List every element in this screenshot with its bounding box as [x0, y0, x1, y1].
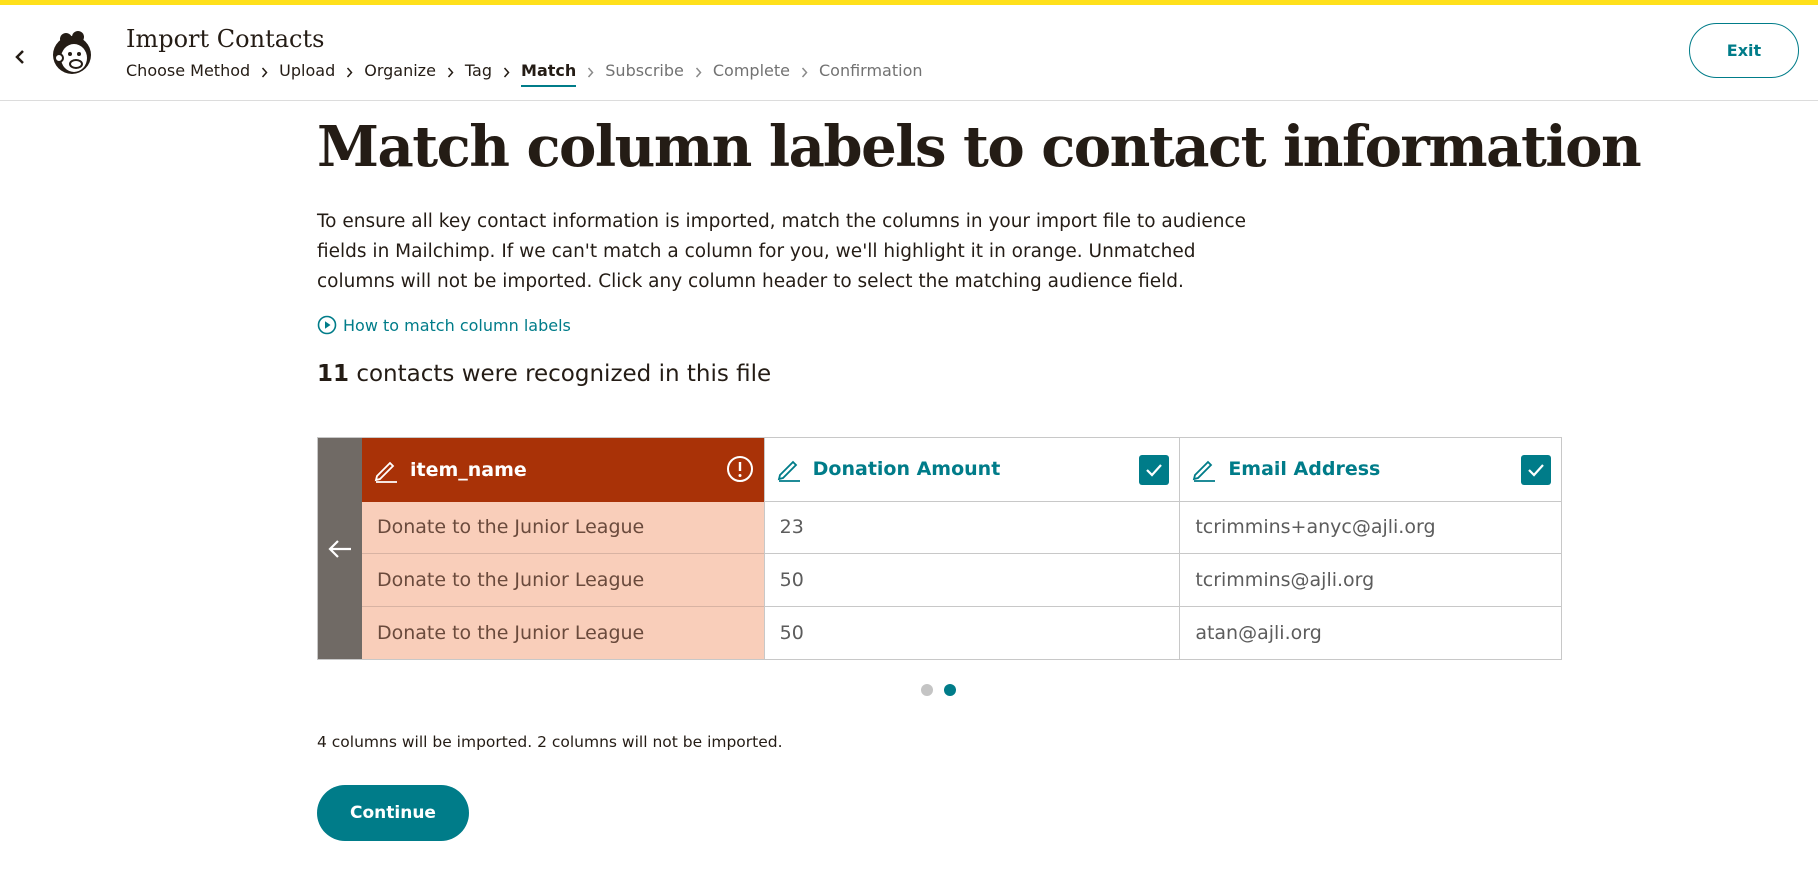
chevron-right-icon — [587, 67, 594, 82]
header: Import Contacts Choose Method Upload Organ… — [0, 5, 1818, 101]
page-title: Match column labels to contact informati… — [317, 114, 1642, 180]
column-header-donation-amount[interactable]: Donation Amount — [764, 438, 1180, 502]
breadcrumb-item-confirmation[interactable]: Confirmation — [819, 61, 923, 87]
play-circle-icon — [317, 315, 337, 335]
column-header-label: Email Address — [1228, 458, 1381, 481]
column-header-item-name[interactable]: item_name — [361, 438, 764, 502]
column-header-email-address[interactable]: Email Address — [1180, 438, 1561, 502]
breadcrumb-item-upload[interactable]: Upload — [279, 61, 335, 87]
recognized-count: 11 — [317, 361, 350, 387]
breadcrumb-item-subscribe[interactable]: Subscribe — [605, 61, 684, 87]
pagination-dot-2[interactable] — [944, 684, 956, 696]
table-cell: Donate to the Junior League — [361, 606, 764, 659]
table-cell: Donate to the Junior League — [361, 501, 764, 555]
breadcrumb-item-tag[interactable]: Tag — [465, 61, 492, 87]
back-button[interactable] — [8, 37, 32, 77]
breadcrumb-item-choose-method[interactable]: Choose Method — [126, 61, 250, 87]
pagination-dot-1[interactable] — [921, 684, 933, 696]
table-cell: atan@ajli.org — [1195, 621, 1322, 644]
table-column-item-name: item_name Donate to the Junior League Do… — [361, 438, 764, 659]
continue-button[interactable]: Continue — [317, 785, 469, 841]
breadcrumb-item-match[interactable]: Match — [521, 61, 577, 87]
pencil-icon — [775, 455, 803, 483]
back-chevron-icon — [15, 50, 24, 64]
arrow-left-icon — [328, 539, 351, 558]
main-content: Match column labels to contact informati… — [317, 101, 1642, 841]
table-cell: 50 — [764, 554, 1180, 607]
chevron-right-icon — [695, 67, 702, 82]
breadcrumb: Choose Method Upload Organize Tag Match Subsc… — [126, 61, 923, 87]
import-summary: 4 columns will be imported. 2 columns wi… — [317, 733, 783, 751]
table-column-donation-amount: Donation Amount 23 50 50 — [763, 438, 1180, 659]
app-title: Import Contacts — [126, 25, 325, 53]
pencil-icon — [372, 456, 400, 484]
chevron-right-icon — [261, 67, 268, 82]
table-cell: Donate to the Junior League — [361, 554, 764, 607]
chevron-right-icon — [503, 67, 510, 82]
column-header-label: item_name — [409, 458, 527, 481]
help-link[interactable]: How to match column labels — [317, 315, 1579, 335]
intro-text: To ensure all key contact information is… — [317, 211, 1246, 292]
breadcrumb-item-organize[interactable]: Organize — [364, 61, 436, 87]
column-match-table: item_name Donate to the Junior League Do… — [317, 437, 1562, 660]
table-cell: tcrimmins@ajli.org — [1180, 554, 1561, 607]
column-header-label: Donation Amount — [812, 458, 1001, 481]
pencil-icon — [1190, 455, 1218, 483]
chevron-right-icon — [447, 67, 454, 82]
chevron-right-icon — [346, 67, 353, 82]
recognized-count-text: 11 contacts were recognized in this file — [317, 361, 1579, 387]
previous-columns-button[interactable] — [318, 438, 362, 659]
breadcrumb-item-complete[interactable]: Complete — [713, 61, 790, 87]
pagination-dots — [921, 684, 956, 696]
checkbox-checked-icon[interactable] — [1521, 455, 1551, 485]
chevron-right-icon — [801, 67, 808, 82]
warning-circle-icon — [726, 455, 754, 488]
recognized-label: contacts were recognized in this file — [349, 361, 772, 387]
checkbox-checked-icon[interactable] — [1139, 455, 1170, 485]
table-cell: 50 — [779, 621, 804, 644]
exit-button[interactable]: Exit — [1689, 23, 1799, 78]
table-cell: tcrimmins+anyc@ajli.org — [1180, 502, 1561, 555]
help-link-label: How to match column labels — [343, 315, 571, 335]
table-column-email-address: Email Address tcrimmins+anyc@ajli.org tc… — [1179, 438, 1561, 659]
mailchimp-logo — [46, 27, 98, 79]
table-cell: 23 — [764, 502, 1180, 555]
